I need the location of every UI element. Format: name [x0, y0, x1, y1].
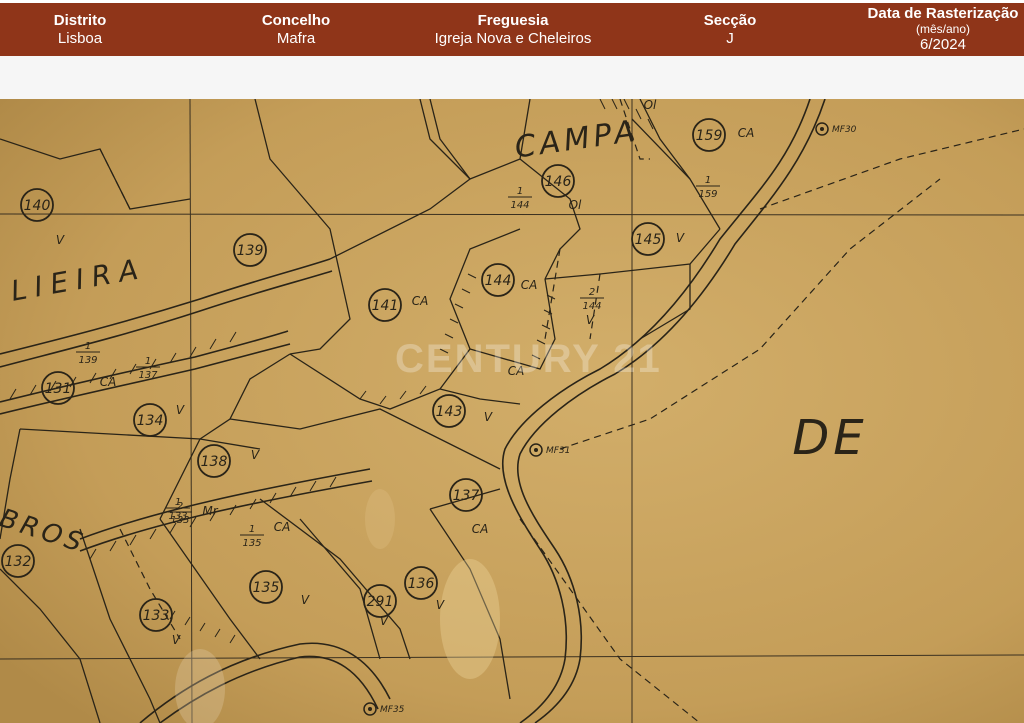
parcel-number-137: 137 [453, 488, 480, 504]
parcel-number-138: 138 [201, 454, 228, 470]
distrito-value: Lisboa [57, 29, 103, 47]
survey-marker-dot [820, 127, 824, 131]
parcel-number-133: 133 [143, 608, 170, 624]
map-light-patch [440, 559, 500, 679]
fraction-denominator: 135 [242, 538, 261, 549]
freguesia-value: Igreja Nova e Cheleiros [434, 29, 592, 47]
land-use-code-ol: Ol [644, 99, 657, 112]
concelho-column: Concelho Mafra [236, 3, 356, 56]
parcel-number-146: 146 [545, 174, 572, 190]
survey-marker-dot [534, 448, 538, 452]
land-use-code-v: V [586, 313, 595, 327]
parcel-number-140: 140 [24, 198, 51, 214]
fraction-denominator: 137 [138, 370, 158, 381]
data-rasterizacao-value: 6/2024 [920, 36, 966, 53]
land-use-code-v: V [436, 598, 445, 612]
fraction-denominator: 139 [78, 355, 97, 366]
fraction-numerator: 1 [145, 356, 151, 367]
concelho-label: Concelho [261, 11, 331, 29]
map-paper [0, 99, 1024, 723]
land-use-code-ca: CA [738, 126, 755, 140]
land-use-code-ca: CA [274, 520, 291, 534]
parcel-number-141: 141 [372, 298, 399, 314]
fraction-denominator: 133 [170, 515, 189, 526]
distrito-column: Distrito Lisboa [30, 3, 130, 56]
survey-marker-label: MF30 [832, 125, 857, 135]
parcel-number-144: 144 [485, 273, 512, 289]
land-use-code-ca: CA [472, 522, 489, 536]
survey-marker-label: MF35 [380, 705, 405, 715]
parcel-number-145: 145 [635, 232, 662, 248]
distrito-label: Distrito [53, 11, 107, 29]
parcel-number-131: 131 [45, 381, 72, 397]
cadastral-map[interactable]: CAMPA LIEIRA BROS DE 140 139 141 144 146 145 159 13… [0, 99, 1024, 723]
survey-marker-label: MF31 [546, 446, 570, 456]
place-name-de: DE [792, 410, 867, 466]
parcel-number-159: 159 [696, 128, 723, 144]
land-use-code-v: V [251, 448, 260, 462]
parcel-number-143: 143 [436, 404, 463, 420]
parcel-number-291: 291 [367, 594, 394, 610]
land-use-code-ca: CA [521, 278, 538, 292]
data-rasterizacao-label: Data de Rasterização [867, 5, 1019, 22]
land-use-code-ol: Ol [569, 198, 582, 212]
fraction-denominator: 144 [510, 200, 529, 211]
land-use-code-v: V [380, 614, 389, 628]
century21-watermark: CENTURY 21 [395, 337, 662, 381]
freguesia-column: Freguesia Igreja Nova e Cheleiros [398, 3, 628, 56]
map-light-patch [365, 489, 395, 549]
land-use-code-v: V [176, 403, 185, 417]
fraction-numerator: 1 [249, 524, 255, 535]
data-rasterizacao-column: Data de Rasterização (mês/ano) 6/2024 [848, 3, 1024, 58]
land-use-code-v: V [56, 233, 65, 247]
freguesia-label: Freguesia [477, 11, 549, 29]
land-use-code-mr: Mr [202, 504, 218, 518]
map-canvas[interactable]: CAMPALIEIRABROSDE14013914114414614515913… [0, 99, 1024, 723]
concelho-value: Mafra [276, 29, 316, 47]
seccao-label: Secção [703, 11, 757, 29]
survey-marker-dot [368, 707, 372, 711]
fraction-denominator: 144 [582, 301, 601, 312]
fraction-numerator: 1 [705, 175, 711, 186]
fraction-numerator: 1 [517, 186, 523, 197]
land-use-code-ca: CA [100, 375, 117, 389]
data-rasterizacao-sublabel: (mês/ano) [915, 22, 971, 36]
seccao-column: Secção J [680, 3, 780, 56]
land-use-code-ca: CA [412, 294, 429, 308]
fraction-numerator: 2 [589, 287, 595, 298]
parcel-number-132: 132 [5, 554, 32, 570]
fraction-numerator: 1 [85, 341, 91, 352]
land-use-code-v: V [172, 633, 181, 647]
land-use-code-v: V [484, 410, 493, 424]
land-use-code-v: V [676, 231, 685, 245]
fraction-numerator: 2 [177, 501, 183, 512]
parcel-number-134: 134 [137, 413, 164, 429]
parcel-number-136: 136 [408, 576, 435, 592]
seccao-value: J [726, 29, 734, 47]
parcel-number-139: 139 [237, 243, 264, 259]
toolbar-strip [0, 56, 1024, 99]
land-use-code-v: V [301, 593, 310, 607]
header-bar: Distrito Lisboa Concelho Mafra Freguesia… [0, 3, 1024, 56]
fraction-denominator: 159 [698, 189, 717, 200]
parcel-number-135: 135 [253, 580, 280, 596]
